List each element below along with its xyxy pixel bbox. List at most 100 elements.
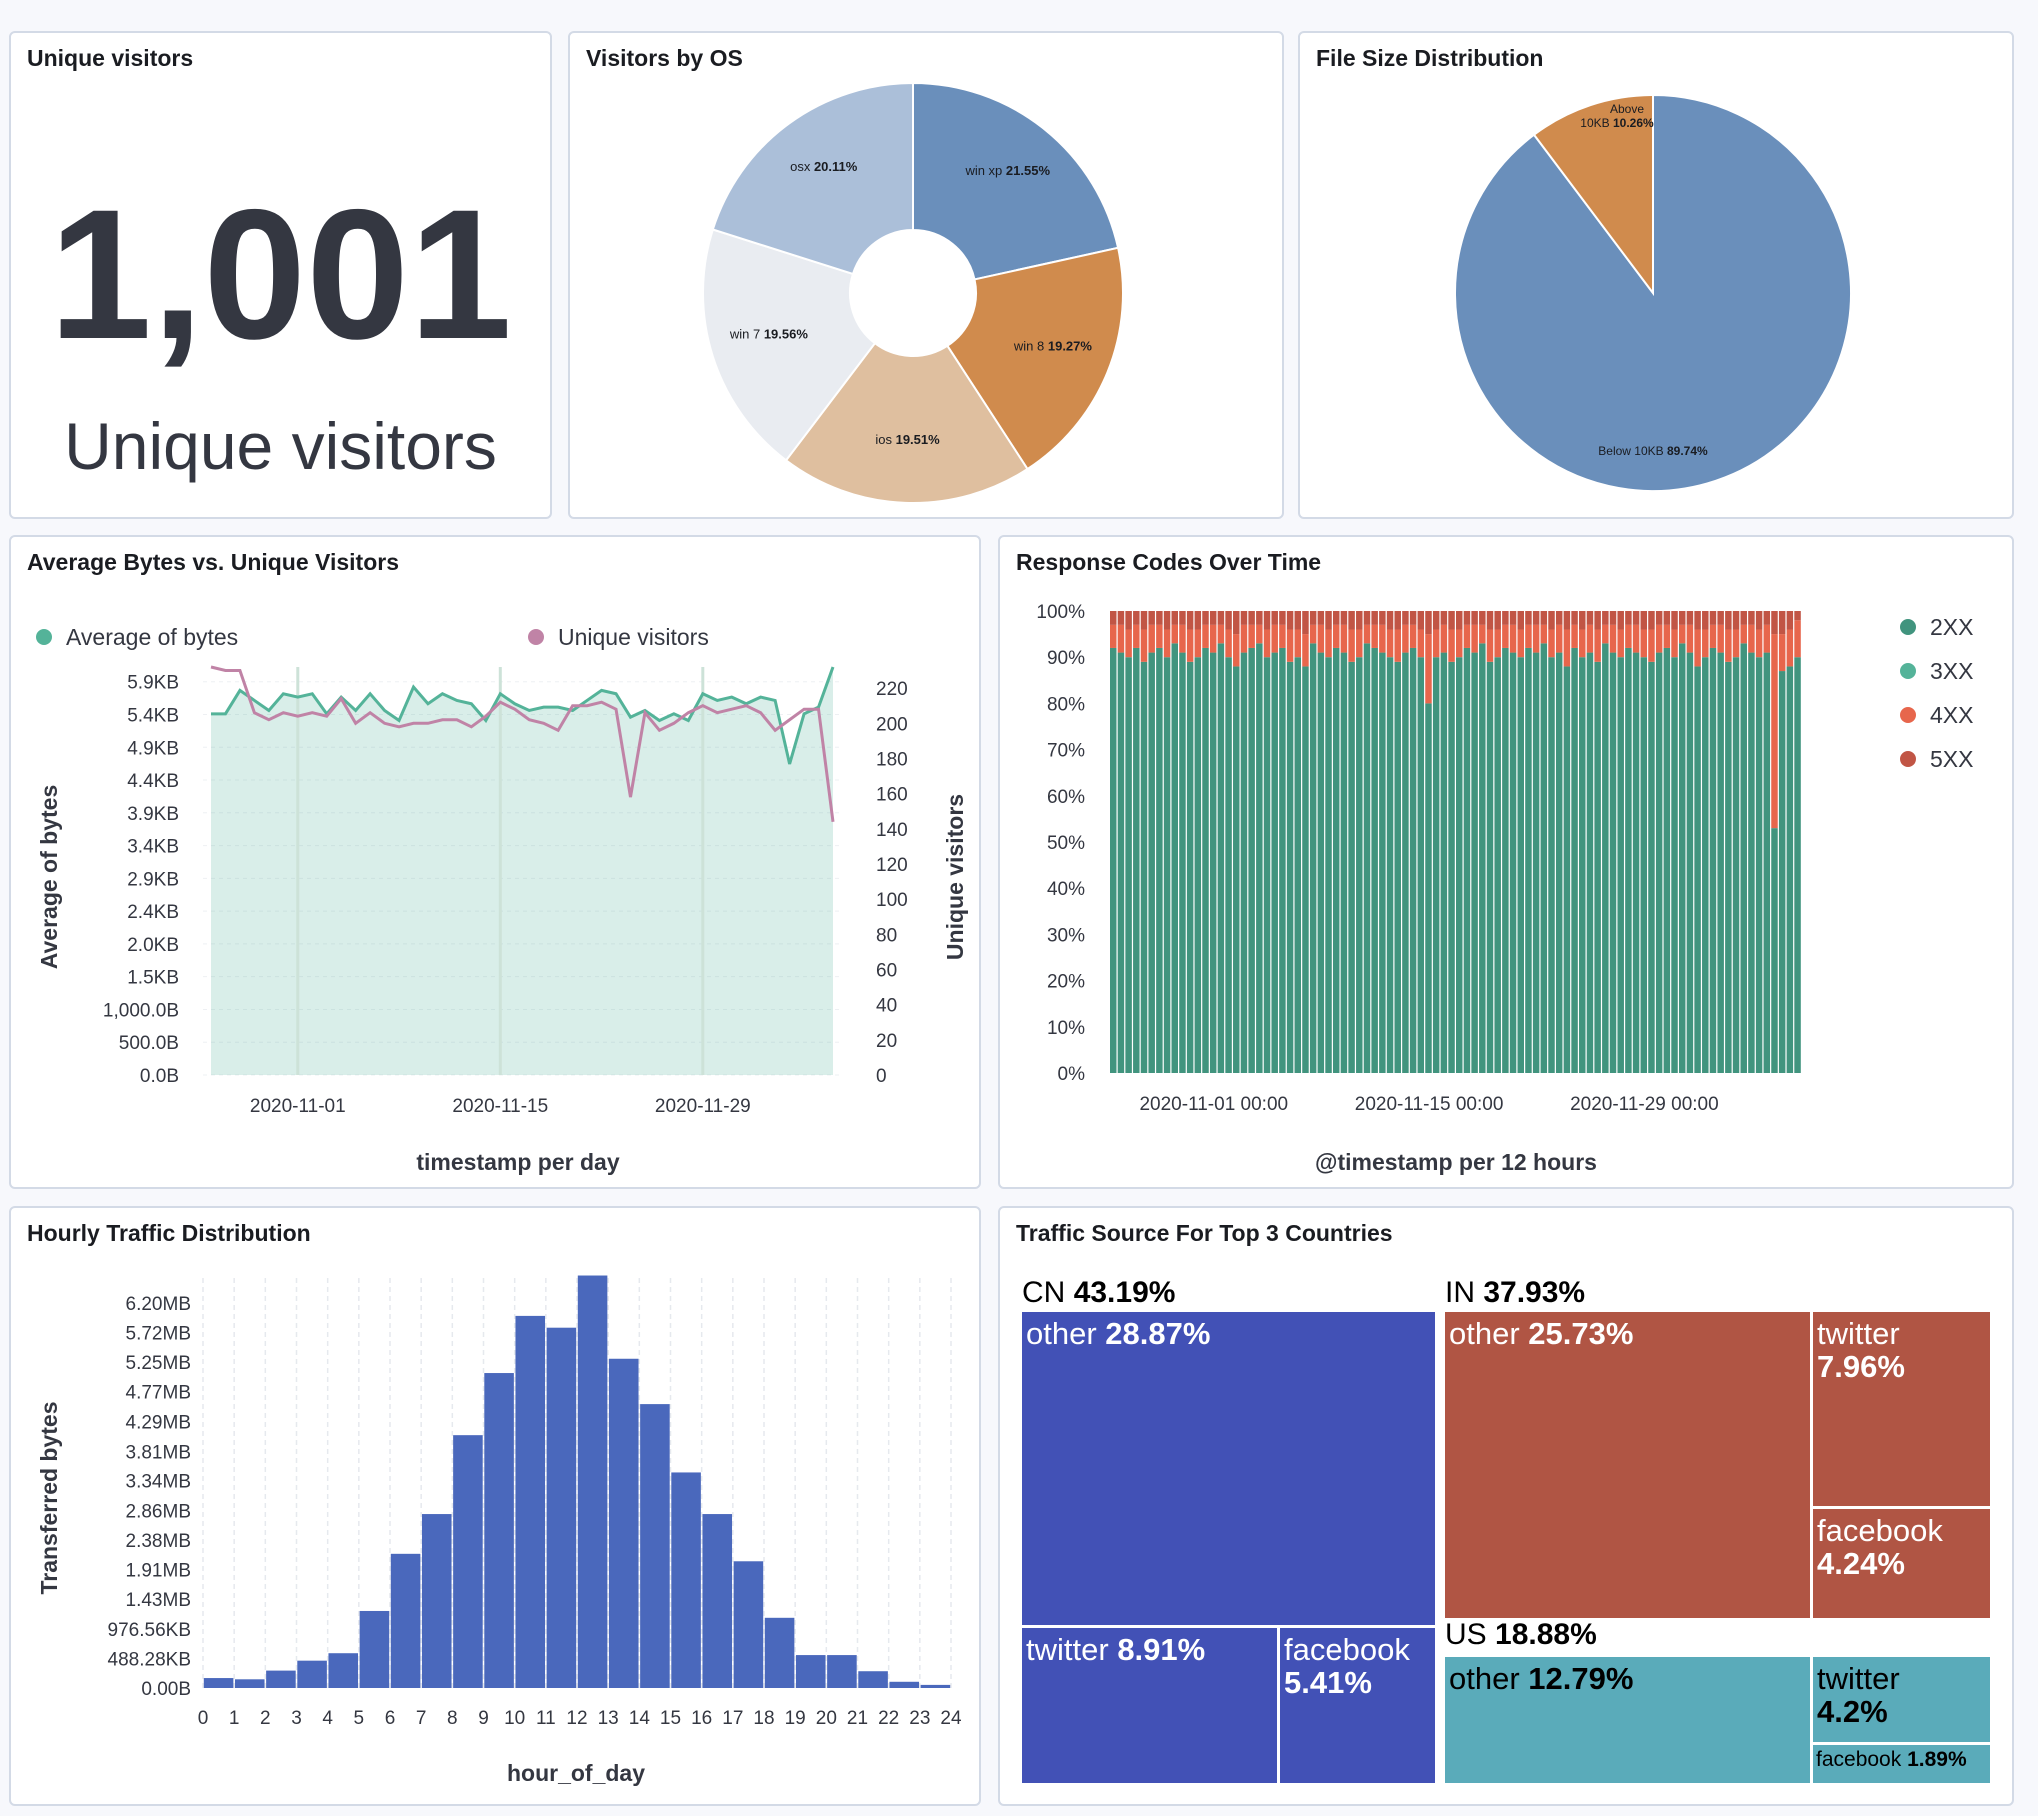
y2-axis-title: Unique visitors: [942, 794, 968, 960]
stacked-bar-segment: [1248, 647, 1255, 1073]
stacked-bar-segment: [1794, 657, 1801, 1073]
treemap-cell-cn-twitter[interactable]: twitter 8.91%: [1022, 1628, 1277, 1783]
stacked-bar-segment: [1463, 624, 1471, 648]
stacked-bar-segment: [1755, 657, 1763, 1073]
stacked-bar-segment: [1648, 611, 1655, 630]
stacked-bar-segment: [1502, 624, 1509, 648]
y2-tick-label: 200: [876, 714, 908, 735]
treemap-cell-in-twitter[interactable]: twitter 7.96%: [1813, 1312, 1990, 1506]
stacked-bar-segment: [1117, 611, 1125, 625]
stacked-bar-segment: [1110, 647, 1117, 1073]
stacked-bar-segment: [1632, 611, 1640, 625]
unique-visitors-panel[interactable]: Unique visitors 1,001 Unique visitors: [9, 31, 552, 519]
stacked-bar-segment: [1179, 624, 1186, 653]
x-axis-title: hour_of_day: [507, 1760, 645, 1786]
stacked-bar-segment: [1755, 629, 1763, 658]
stacked-bar-segment: [1579, 611, 1586, 630]
x-tick-label: 11: [536, 1708, 556, 1729]
stacked-bar-segment: [1163, 611, 1171, 630]
stacked-bar-segment: [1325, 629, 1332, 658]
stacked-bar-segment: [1471, 624, 1478, 653]
file-size-pie-chart[interactable]: Below 10KB 89.74% Above10KB 10.26%: [1300, 33, 2014, 519]
stacked-bar-segment: [1294, 629, 1302, 658]
treemap-cell-in-facebook[interactable]: facebook 4.24%: [1813, 1509, 1990, 1618]
x-tick-label: 2020-11-15 00:00: [1355, 1094, 1504, 1115]
treemap-cell-cn-facebook[interactable]: facebook 5.41%: [1280, 1628, 1435, 1783]
stacked-bar-segment: [1432, 629, 1440, 658]
legend-label: Average of bytes: [66, 624, 238, 650]
x-tick-label: 10: [504, 1708, 525, 1729]
histogram-bar: [515, 1315, 546, 1688]
treemap-cell-us-facebook[interactable]: facebook 1.89%: [1813, 1745, 1990, 1783]
stacked-bar-segment: [1709, 624, 1717, 648]
stacked-bar-segment: [1379, 611, 1386, 625]
stacked-bar-segment: [1225, 629, 1232, 658]
histogram-bar: [702, 1514, 733, 1688]
stacked-bar-segment: [1379, 624, 1386, 653]
stacked-bar-segment: [1317, 652, 1325, 1073]
treemap-cell-us-twitter[interactable]: twitter 4.2%: [1813, 1657, 1990, 1742]
histogram-bar: [795, 1655, 826, 1688]
stacked-bar-segment: [1209, 611, 1217, 625]
stacked-bar-segment: [1379, 652, 1386, 1073]
stacked-bar-segment: [1732, 629, 1740, 658]
stacked-bar-segment: [1625, 647, 1632, 1073]
stacked-bar-segment: [1417, 657, 1425, 1073]
y2-tick-label: 160: [876, 785, 908, 806]
stacked-bar-segment: [1332, 647, 1340, 1073]
stacked-bar-segment: [1217, 624, 1225, 644]
y-tick-label: 80%: [1047, 694, 1085, 715]
y-tick-label: 5.4KB: [127, 705, 179, 726]
traffic-source-panel[interactable]: Traffic Source For Top 3 Countries CN 43…: [998, 1206, 2014, 1806]
stacked-bar-segment: [1471, 652, 1478, 1073]
response-codes-panel[interactable]: Response Codes Over Time 0% 10% 20% 30% 40% 5…: [998, 535, 2014, 1189]
legend-dot: [1900, 707, 1916, 723]
bytes-line-chart[interactable]: Average of bytes Unique visitors 0.0B 500.0…: [11, 537, 981, 1189]
legend-dot: [528, 629, 544, 645]
stacked-bar-segment: [1778, 634, 1786, 672]
hourly-traffic-panel[interactable]: Hourly Traffic Distribution 0.00B 488.28K…: [9, 1206, 981, 1806]
histogram-bar: [764, 1617, 795, 1688]
visitors-by-os-panel[interactable]: Visitors by OS win xp 21.55% win 8 19.27%…: [568, 31, 1284, 519]
y-tick-label: 1.5KB: [127, 968, 179, 989]
file-size-panel[interactable]: File Size Distribution Below 10KB 89.74%…: [1298, 31, 2014, 519]
stacked-bar-segment: [1402, 611, 1409, 625]
slice-label: 10KB 10.26%: [1580, 116, 1654, 130]
stacked-bar-segment: [1317, 611, 1325, 625]
stacked-bar-segment: [1755, 611, 1763, 630]
avg-bytes-panel[interactable]: Average Bytes vs. Unique Visitors Averag…: [9, 535, 981, 1189]
pie-slice[interactable]: [912, 81, 1120, 281]
stacked-bar-segment: [1240, 624, 1248, 653]
legend-dot: [1900, 751, 1916, 767]
stacked-bar-segment: [1325, 611, 1332, 630]
legend-label: 5XX: [1930, 746, 1973, 772]
stacked-bar-segment: [1702, 657, 1709, 1073]
stacked-bar-segment: [1425, 634, 1432, 704]
stacked-bar-segment: [1340, 652, 1348, 1073]
stacked-bar-segment: [1763, 611, 1771, 625]
stacked-bar-segment: [1186, 629, 1194, 662]
y-tick-label: 4.29MB: [126, 1413, 191, 1434]
treemap-cell-cn-other[interactable]: other 28.87%: [1022, 1312, 1435, 1625]
treemap-cell-in-other[interactable]: other 25.73%: [1445, 1312, 1810, 1618]
y2-tick-label: 0: [876, 1066, 887, 1087]
x-tick-label: 22: [878, 1708, 899, 1729]
histogram-bar: [484, 1373, 514, 1688]
legend-dot: [1900, 663, 1916, 679]
hourly-bar-chart[interactable]: 0.00B 488.28KB 976.56KB 1.43MB 1.91MB 2.38MB 2…: [11, 1208, 981, 1806]
stacked-bar-segment: [1163, 629, 1171, 658]
stacked-bar-segment: [1286, 611, 1294, 630]
os-donut-chart[interactable]: win xp 21.55% win 8 19.27% ios 19.51% win 7…: [570, 33, 1284, 519]
y2-tick-label: 120: [876, 855, 908, 876]
stacked-bar-segment: [1532, 652, 1540, 1073]
y-tick-label: 5.9KB: [127, 673, 179, 694]
stacked-bar-segment: [1233, 611, 1240, 635]
response-codes-bar-chart[interactable]: 0% 10% 20% 30% 40% 50% 60% 70% 80% 90% 100% 2020-11…: [1000, 537, 2014, 1189]
slice-label: Above: [1610, 102, 1644, 116]
stacked-bar-segment: [1548, 657, 1555, 1073]
x-tick-label: 2020-11-01: [250, 1096, 346, 1117]
stacked-bar-segment: [1525, 647, 1532, 1073]
stacked-bar-segment: [1356, 657, 1363, 1073]
y2-tick-label: 20: [876, 1031, 897, 1052]
treemap-cell-us-other[interactable]: other 12.79%: [1445, 1657, 1810, 1783]
